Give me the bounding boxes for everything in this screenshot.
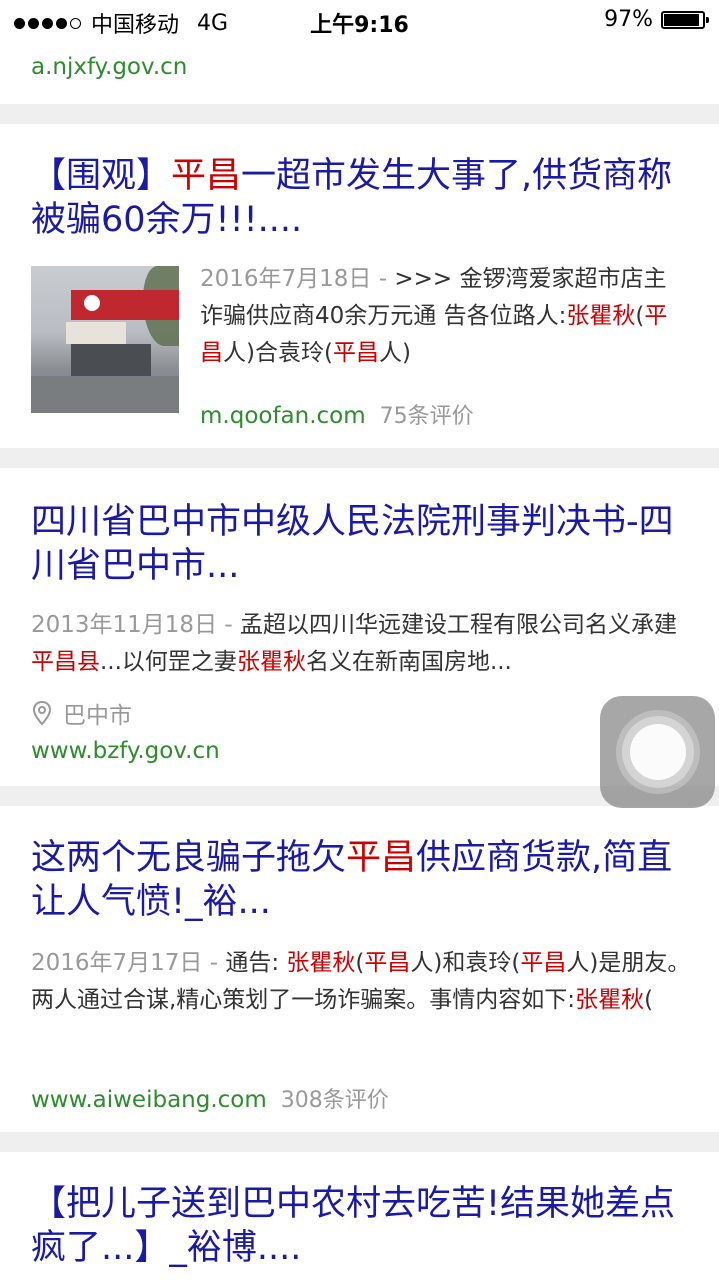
result-url[interactable]: a.njxfy.gov.cn — [31, 54, 187, 80]
result-location: 巴中市 — [31, 696, 132, 730]
location-label: 巴中市 — [63, 703, 132, 729]
search-result-partial: a.njxfy.gov.cn — [0, 40, 719, 104]
result-snippet: 2016年7月17日 - 通告: 张瞿秋(平昌人)和袁玲(平昌人)是朋友。两人通… — [31, 950, 691, 1013]
status-bar: 中国移动 4G 上午9:16 97% — [0, 0, 719, 40]
store-logo-icon — [81, 292, 103, 314]
result-footer: www.aiweibang.com 308条评价 — [31, 1082, 389, 1114]
result-title[interactable]: 【把儿子送到巴中农村去吃苦!结果她差点疯了...】_裕博.... — [31, 1182, 681, 1270]
comment-count: 75条评价 — [379, 404, 474, 429]
result-title[interactable]: 四川省巴中市中级人民法院刑事判决书-四川省巴中市... — [31, 500, 681, 588]
search-result[interactable]: 【把儿子送到巴中农村去吃苦!结果她差点疯了...】_裕博.... — [0, 1152, 719, 1280]
comment-count: 308条评价 — [280, 1088, 389, 1113]
result-url[interactable]: www.bzfy.gov.cn — [31, 738, 220, 764]
result-footer: m.qoofan.com 75条评价 — [200, 398, 474, 430]
search-result[interactable]: 【围观】平昌一超市发生大事了,供货商称被骗60余万!!!.... 2016年7月… — [0, 124, 719, 448]
result-thumbnail[interactable] — [31, 266, 179, 413]
battery-percent: 97% — [604, 7, 653, 32]
result-url[interactable]: m.qoofan.com — [200, 403, 366, 429]
battery-icon — [661, 10, 709, 29]
status-right: 97% — [604, 7, 709, 32]
result-title[interactable]: 这两个无良骗子拖欠平昌供应商货款,简直让人气愤!_裕... — [31, 836, 681, 924]
location-pin-icon — [32, 700, 52, 726]
result-snippet: 2013年11月18日 - 孟超以四川华远建设工程有限公司名义承建平昌县...以… — [31, 612, 677, 675]
assistive-touch-button[interactable] — [600, 696, 715, 808]
result-title[interactable]: 【围观】平昌一超市发生大事了,供货商称被骗60余万!!!.... — [31, 154, 681, 242]
search-result[interactable]: 这两个无良骗子拖欠平昌供应商货款,简直让人气愤!_裕... 2016年7月17日… — [0, 806, 719, 1132]
result-snippet: 2016年7月18日 - >>> 金锣湾爱家超市店主诈骗供应商40余万元通 告各… — [200, 266, 668, 366]
result-url[interactable]: www.aiweibang.com — [31, 1087, 267, 1113]
